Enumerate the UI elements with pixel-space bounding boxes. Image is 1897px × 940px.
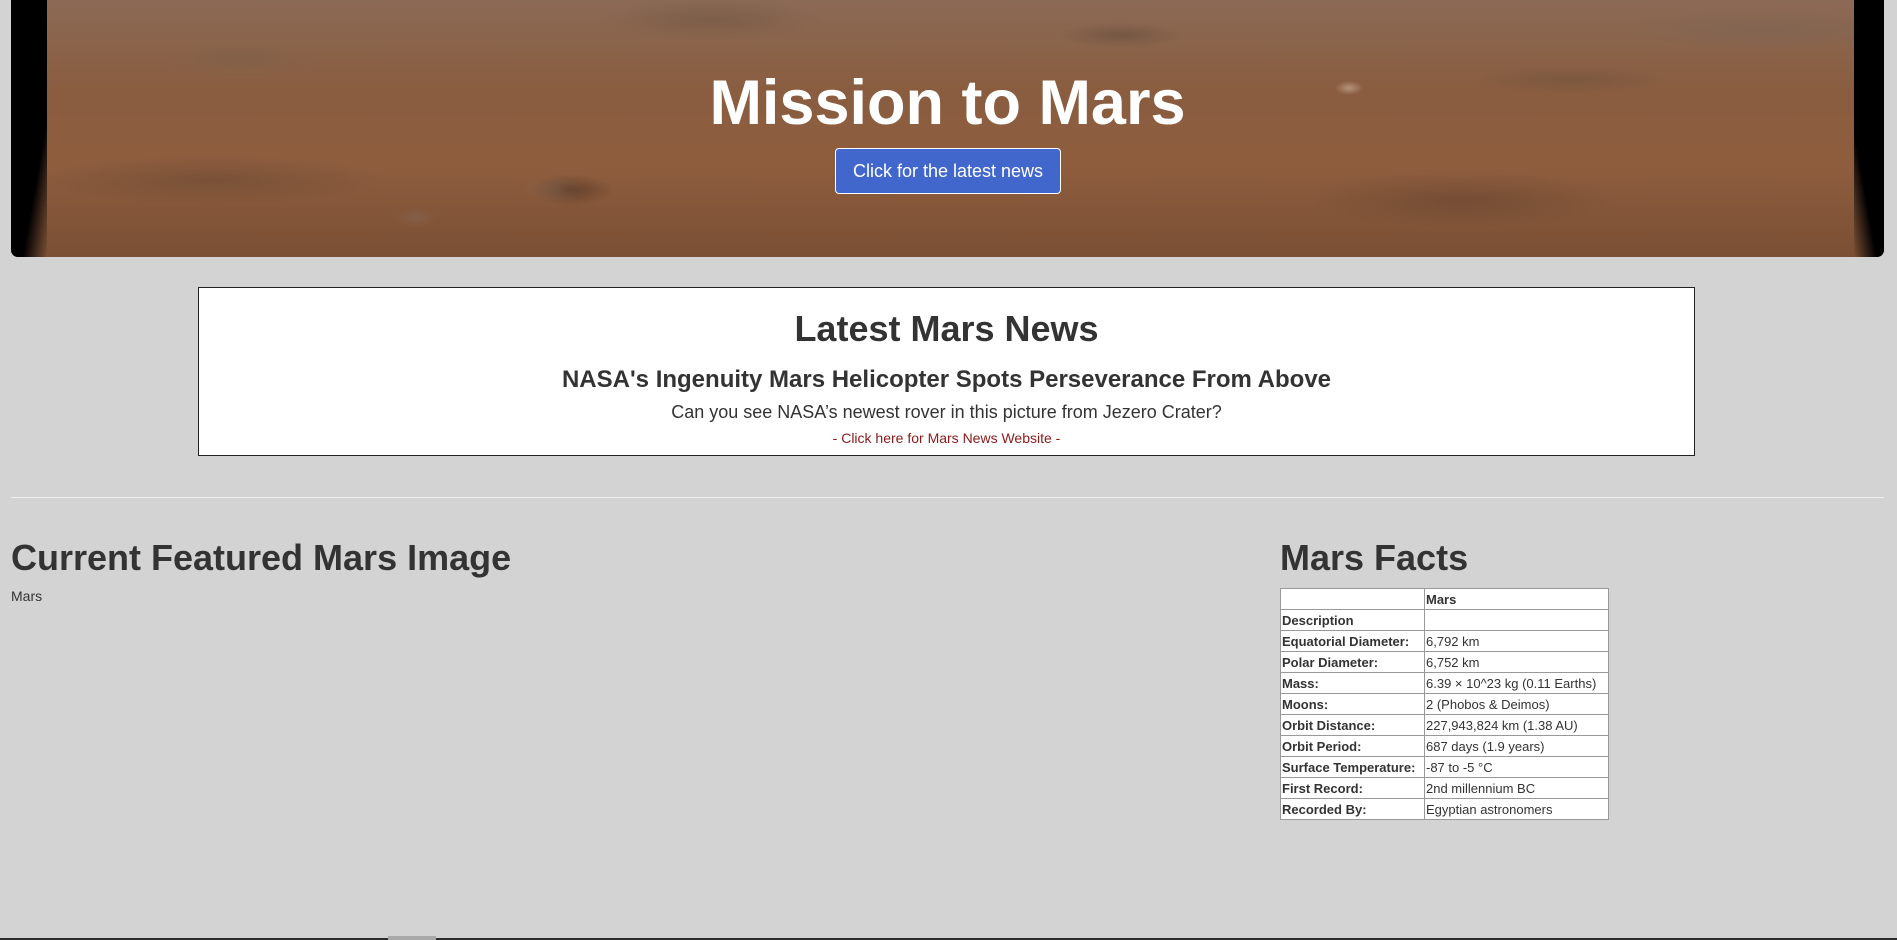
facts-heading: Mars Facts <box>1280 537 1469 578</box>
hero-banner: Mission to Mars Click for the latest new… <box>11 0 1884 257</box>
news-teaser: Can you see NASA’s newest rover in this … <box>671 402 1222 422</box>
mars-facts-table: Mars Description Equatorial Diameter: 6,… <box>1280 588 1609 820</box>
table-row: Orbit Period: 687 days (1.9 years) <box>1280 735 1609 757</box>
row-label: Description <box>1280 609 1425 631</box>
row-label: Orbit Distance: <box>1280 714 1425 736</box>
row-value: 2nd millennium BC <box>1424 777 1609 799</box>
page: Mission to Mars Click for the latest new… <box>0 0 1897 940</box>
row-value: -87 to -5 °C <box>1424 756 1609 778</box>
row-value: Egyptian astronomers <box>1424 798 1609 820</box>
row-label: Equatorial Diameter: <box>1280 630 1425 652</box>
featured-mars-image[interactable]: Mars <box>11 588 42 604</box>
row-value: 227,943,824 km (1.38 AU) <box>1424 714 1609 736</box>
row-value: 2 (Phobos & Deimos) <box>1424 693 1609 715</box>
latest-news-panel: Latest Mars News NASA's Ingenuity Mars H… <box>198 287 1695 456</box>
row-value: 6,752 km <box>1424 651 1609 673</box>
news-title: NASA's Ingenuity Mars Helicopter Spots P… <box>561 366 1332 393</box>
table-row: Description <box>1280 609 1609 631</box>
page-title: Mission to Mars <box>709 68 1186 138</box>
table-row: Surface Temperature: -87 to -5 °C <box>1280 756 1609 778</box>
table-row: First Record: 2nd millennium BC <box>1280 777 1609 799</box>
horizontal-scrollbar-thumb[interactable] <box>388 936 436 940</box>
row-label: Moons: <box>1280 693 1425 715</box>
table-header-cell <box>1280 588 1425 610</box>
table-header-cell: Mars <box>1424 588 1609 610</box>
table-row: Recorded By: Egyptian astronomers <box>1280 798 1609 820</box>
mars-news-website-link[interactable]: - Click here for Mars News Website - <box>199 430 1694 446</box>
featured-image-alt-text: Mars <box>11 588 43 604</box>
row-label: Surface Temperature: <box>1280 756 1425 778</box>
row-label: Recorded By: <box>1280 798 1425 820</box>
latest-news-button[interactable]: Click for the latest news <box>835 148 1061 194</box>
table-row: Moons: 2 (Phobos & Deimos) <box>1280 693 1609 715</box>
row-value: 6.39 × 10^23 kg (0.11 Earths) <box>1424 672 1609 694</box>
featured-image-heading: Current Featured Mars Image <box>11 537 512 578</box>
table-row: Polar Diameter: 6,752 km <box>1280 651 1609 673</box>
row-value <box>1424 609 1609 631</box>
table-row: Equatorial Diameter: 6,792 km <box>1280 630 1609 652</box>
table-row: Orbit Distance: 227,943,824 km (1.38 AU) <box>1280 714 1609 736</box>
table-row: Mass: 6.39 × 10^23 kg (0.11 Earths) <box>1280 672 1609 694</box>
row-value: 6,792 km <box>1424 630 1609 652</box>
row-label: First Record: <box>1280 777 1425 799</box>
row-label: Mass: <box>1280 672 1425 694</box>
table-header-row: Mars <box>1280 588 1609 610</box>
section-divider <box>11 497 1884 498</box>
row-value: 687 days (1.9 years) <box>1424 735 1609 757</box>
row-label: Polar Diameter: <box>1280 651 1425 673</box>
news-heading: Latest Mars News <box>794 308 1099 349</box>
row-label: Orbit Period: <box>1280 735 1425 757</box>
